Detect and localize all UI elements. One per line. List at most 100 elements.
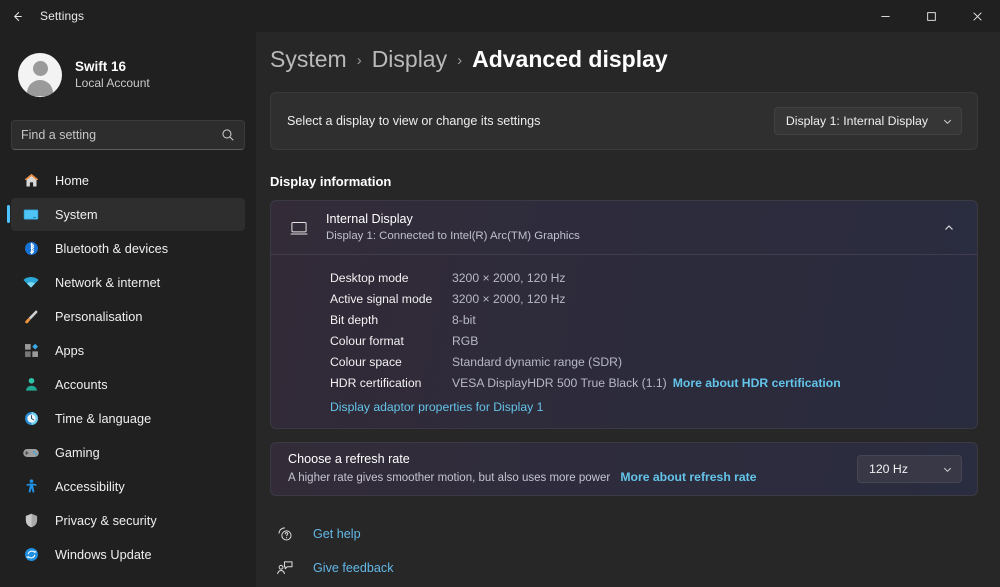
back-arrow-icon (10, 9, 25, 24)
sidebar-item-label: Network & internet (55, 275, 161, 290)
display-adaptor-properties-link[interactable]: Display adaptor properties for Display 1 (271, 400, 977, 414)
breadcrumb: System › Display › Advanced display (270, 32, 978, 73)
display-information-title: Display information (270, 174, 392, 189)
sidebar-item-label: Accounts (55, 377, 108, 392)
detail-row: Desktop mode 3200 × 2000, 120 Hz (271, 267, 977, 288)
sidebar-nav: Home System Bluetooth & devices Network … (0, 164, 256, 571)
detail-value: 3200 × 2000, 120 Hz (452, 291, 566, 306)
detail-value: Standard dynamic range (SDR) (452, 354, 623, 369)
person-icon (21, 375, 41, 395)
detail-row: Bit depth 8-bit (271, 309, 977, 330)
display-selector-label: Select a display to view or change its s… (287, 114, 541, 128)
chevron-down-icon (942, 464, 953, 475)
sidebar-item-accessibility[interactable]: Accessibility (11, 470, 245, 503)
paintbrush-icon (21, 307, 41, 327)
account-card[interactable]: Swift 16 Local Account (0, 32, 256, 106)
detail-label: Active signal mode (330, 291, 433, 306)
accessibility-icon (21, 477, 41, 497)
get-help-link[interactable]: Get help (274, 520, 978, 547)
detail-value: RGB (452, 333, 479, 348)
sidebar-item-label: Time & language (55, 411, 152, 426)
home-icon (21, 171, 41, 191)
search-input[interactable] (21, 128, 221, 142)
help-question-icon (274, 523, 296, 545)
detail-value: VESA DisplayHDR 500 True Black (1.1) (452, 375, 667, 390)
sidebar-item-apps[interactable]: Apps (11, 334, 245, 367)
sidebar-item-label: Gaming (55, 445, 100, 460)
sidebar-item-personalisation[interactable]: Personalisation (11, 300, 245, 333)
account-name: Swift 16 (75, 58, 127, 74)
app-title: Settings (40, 9, 85, 23)
sidebar-item-gaming[interactable]: Gaming (11, 436, 245, 469)
sidebar-item-accounts[interactable]: Accounts (11, 368, 245, 401)
sidebar-item-time-language[interactable]: Time & language (11, 402, 245, 435)
display-information-card: Internal Display Display 1: Connected to… (270, 200, 978, 429)
hdr-certification-link[interactable]: More about HDR certification (673, 376, 841, 390)
maximize-button[interactable] (908, 0, 954, 32)
detail-label: Bit depth (330, 312, 379, 327)
sidebar-item-network-internet[interactable]: Network & internet (11, 266, 245, 299)
detail-row: HDR certification VESA DisplayHDR 500 Tr… (271, 372, 977, 393)
sidebar-item-label: Privacy & security (55, 513, 157, 528)
sidebar-item-label: Personalisation (55, 309, 143, 324)
minimize-button[interactable] (862, 0, 908, 32)
search-box[interactable] (11, 120, 245, 150)
bluetooth-icon (21, 239, 41, 259)
more-about-refresh-rate-link[interactable]: More about refresh rate (620, 470, 756, 484)
main-content: System › Display › Advanced display Sele… (256, 32, 1000, 587)
chevron-up-icon[interactable] (937, 216, 961, 240)
breadcrumb-display[interactable]: Display (372, 46, 447, 73)
refresh-rate-value: 120 Hz (869, 462, 908, 476)
page-title: Advanced display (472, 46, 668, 72)
breadcrumb-system[interactable]: System (270, 46, 347, 73)
detail-value: 8-bit (452, 312, 476, 327)
monitor-icon (288, 217, 310, 239)
display-card-header[interactable]: Internal Display Display 1: Connected to… (271, 201, 977, 254)
apps-icon (21, 341, 41, 361)
chevron-right-icon: › (457, 52, 463, 69)
avatar (18, 53, 62, 97)
wifi-icon (21, 273, 41, 293)
update-icon (21, 545, 41, 565)
close-button[interactable] (954, 0, 1000, 32)
sidebar-item-home[interactable]: Home (11, 164, 245, 197)
footer-link-label: Get help (313, 526, 361, 541)
gamepad-icon (21, 443, 41, 463)
detail-label: Desktop mode (330, 270, 409, 285)
detail-label: HDR certification (330, 375, 422, 390)
footer-links: Get help Give feedback (270, 520, 978, 581)
sidebar: Swift 16 Local Account Home (0, 32, 256, 587)
sidebar-item-bluetooth-devices[interactable]: Bluetooth & devices (11, 232, 245, 265)
detail-row: Active signal mode 3200 × 2000, 120 Hz (271, 288, 977, 309)
sidebar-item-privacy-security[interactable]: Privacy & security (11, 504, 245, 537)
settings-window: Settings Swift 16 Local Account Find a s… (0, 0, 1000, 587)
sidebar-item-label: Bluetooth & devices (55, 241, 169, 256)
chevron-right-icon: › (356, 52, 362, 69)
sidebar-item-windows-update[interactable]: Windows Update (11, 538, 245, 571)
detail-row: Colour format RGB (271, 330, 977, 351)
sidebar-item-label: Home (55, 173, 90, 188)
account-type: Local Account (75, 76, 150, 91)
sidebar-item-label: Windows Update (55, 547, 152, 562)
refresh-rate-subtitle: A higher rate gives smoother motion, but… (288, 472, 611, 485)
sidebar-item-label: System (55, 207, 98, 222)
refresh-rate-dropdown[interactable]: 120 Hz (857, 455, 962, 483)
footer-link-label: Give feedback (313, 560, 394, 575)
display-selector-dropdown[interactable]: Display 1: Internal Display (773, 107, 962, 135)
detail-label: Colour space (330, 354, 402, 369)
refresh-rate-title: Choose a refresh rate (288, 452, 410, 467)
display-details: Desktop mode 3200 × 2000, 120 Hz Active … (271, 254, 977, 428)
sidebar-item-system[interactable]: System (7, 198, 245, 231)
give-feedback-link[interactable]: Give feedback (274, 554, 978, 581)
sidebar-item-label: Apps (55, 343, 85, 358)
title-bar: Settings (0, 0, 1000, 32)
window-controls (862, 0, 1000, 32)
display-selector-value: Display 1: Internal Display (785, 114, 928, 128)
chevron-down-icon (942, 116, 953, 127)
feedback-person-icon (274, 557, 296, 579)
display-device-subtitle: Display 1: Connected to Intel(R) Arc(TM)… (326, 229, 580, 242)
back-button[interactable] (0, 0, 34, 32)
display-selector-card: Select a display to view or change its s… (270, 92, 978, 150)
detail-row: Colour space Standard dynamic range (SDR… (271, 351, 977, 372)
sidebar-item-label: Accessibility (55, 479, 125, 494)
